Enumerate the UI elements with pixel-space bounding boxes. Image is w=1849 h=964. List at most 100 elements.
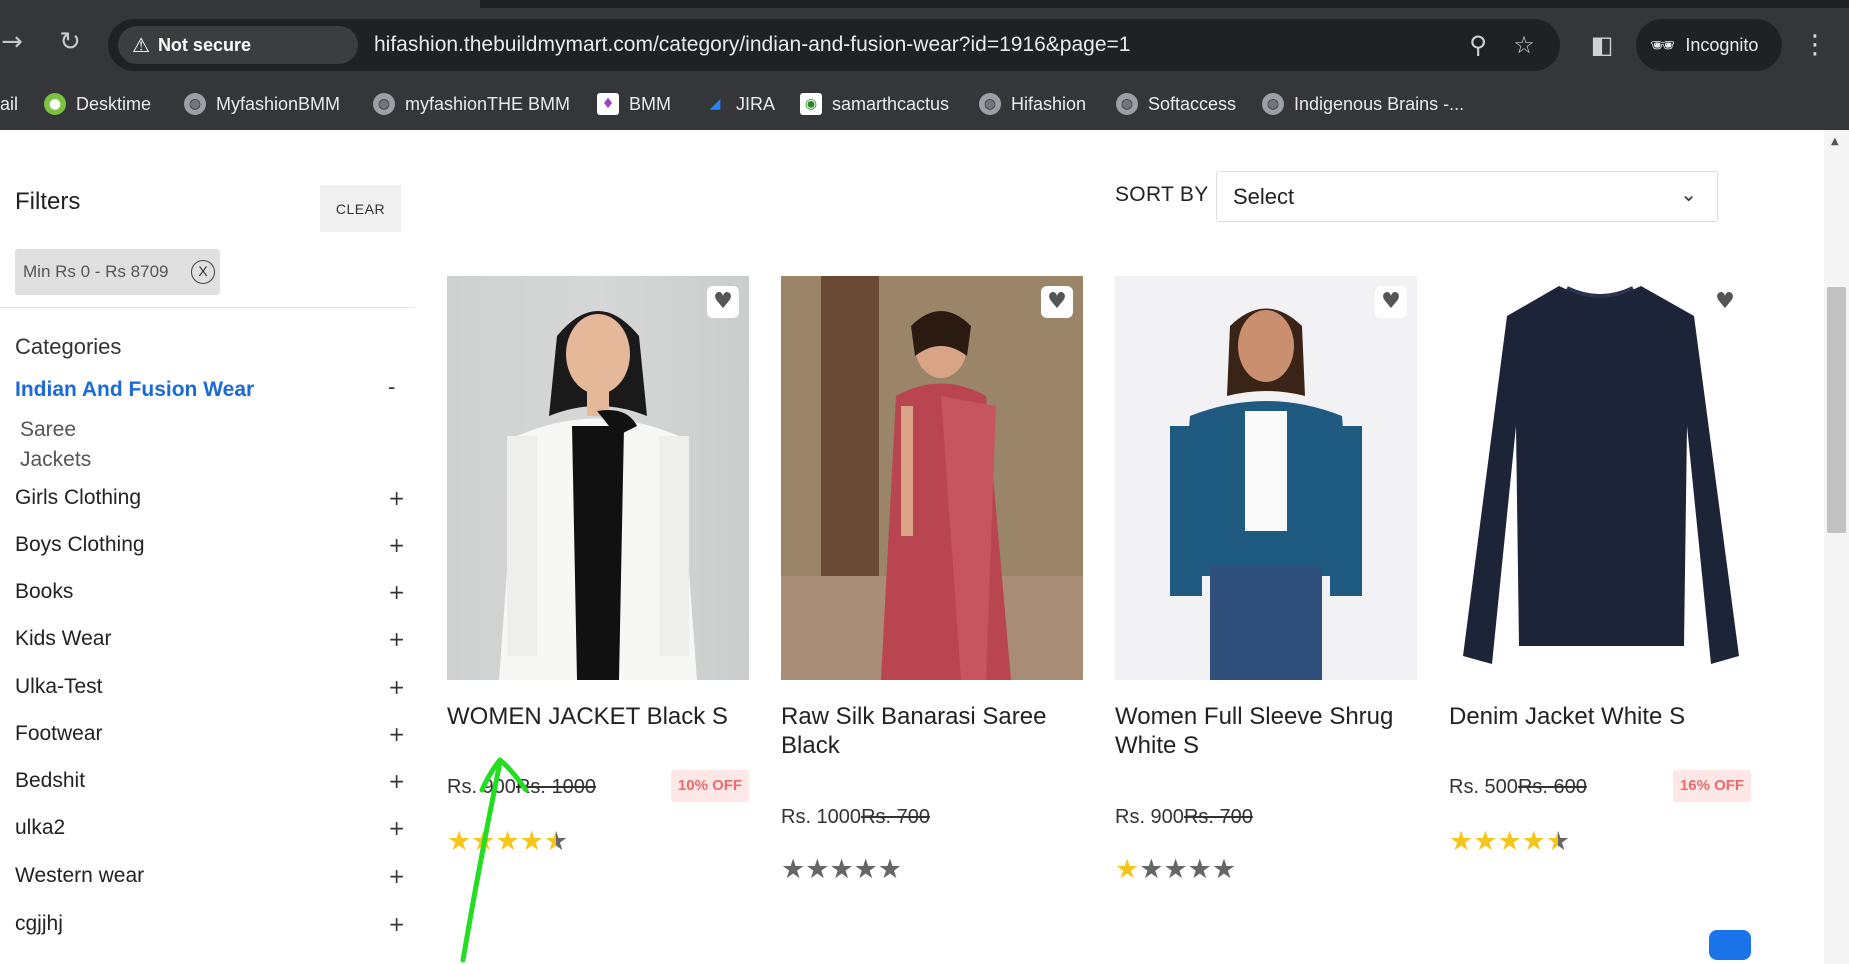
category-active[interactable]: Indian And Fusion Wear (15, 378, 254, 402)
subcategory-jackets[interactable]: Jackets (20, 448, 91, 472)
product-photo-shrug (1170, 308, 1362, 680)
browser-menu-icon[interactable]: ⋮ (1800, 27, 1830, 63)
expand-toggle[interactable]: + (388, 675, 405, 699)
discount-badge: 16% OFF (1673, 770, 1751, 802)
cactus-icon: ◉ (800, 93, 822, 115)
product-name[interactable]: WOMEN JACKET Black S (447, 702, 749, 731)
product-image[interactable]: ♥ (1115, 276, 1417, 680)
security-chip[interactable]: ⚠ Not secure (118, 26, 358, 64)
product-image[interactable]: ♥ (447, 276, 749, 680)
product-name[interactable]: Raw Silk Banarasi Saree Black (781, 702, 1083, 760)
side-panel-icon[interactable]: ◧ (1584, 27, 1620, 63)
sort-select[interactable]: Select ⌄ (1216, 171, 1718, 222)
bookmark-item[interactable]: ◍ Softaccess (1116, 90, 1236, 118)
subcategory-saree[interactable]: Saree (20, 418, 76, 442)
bookmark-item[interactable]: ail (0, 90, 18, 118)
product-price: Rs. 500Rs. 600 (1449, 776, 1587, 798)
product-card[interactable]: ♥ Denim Jacket White S Rs. 500Rs. 600 16… (1449, 276, 1751, 857)
category-item[interactable]: Girls Clothing + (15, 486, 405, 518)
discount-badge: 10% OFF (671, 770, 749, 802)
bookmark-item[interactable]: ◍ Indigenous Brains -... (1262, 90, 1464, 118)
active-filter-chip: Min Rs 0 - Rs 8709 X (15, 249, 220, 295)
warning-icon: ⚠ (132, 33, 150, 57)
incognito-icon: 🕶 (1650, 33, 1676, 57)
bookmark-item[interactable]: ◍ myfashionTHE BMM (373, 90, 570, 118)
bookmark-item[interactable]: ◢ JIRA (704, 90, 775, 118)
bookmark-item[interactable]: ● Desktime (44, 90, 151, 118)
product-card[interactable]: ♥ Raw Silk Banarasi Saree Black Rs. 1000… (781, 276, 1083, 885)
product-image[interactable]: ♥ (1449, 276, 1751, 680)
wishlist-heart-icon[interactable]: ♥ (1375, 286, 1407, 318)
security-label: Not secure (157, 34, 251, 55)
page-scrollbar[interactable]: ▲ (1824, 130, 1849, 964)
forward-icon[interactable]: → (0, 22, 32, 62)
filters-title: Filters (15, 188, 81, 215)
scrollbar-thumb[interactable] (1827, 287, 1846, 533)
address-bar[interactable]: ⚠ Not secure hifashion.thebuildmymart.co… (108, 19, 1560, 71)
url-text[interactable]: hifashion.thebuildmymart.com/category/in… (374, 19, 1130, 71)
category-item[interactable]: Boys Clothing + (15, 533, 405, 565)
collapse-toggle[interactable]: - (388, 374, 395, 400)
bookmark-item[interactable]: ◉ samarthcactus (800, 90, 949, 118)
category-item[interactable]: Books + (15, 580, 405, 612)
rating-stars: ★★★★★ (447, 826, 569, 857)
expand-toggle[interactable]: + (388, 722, 405, 746)
reload-icon[interactable]: ↻ (50, 22, 90, 62)
wishlist-heart-icon[interactable]: ♥ (1709, 286, 1741, 318)
jira-icon: ◢ (709, 96, 721, 112)
bookmark-star-icon[interactable]: ☆ (1506, 27, 1542, 63)
category-item[interactable]: Footwear + (15, 722, 405, 754)
product-price: Rs. 900Rs. 700 (1115, 806, 1253, 828)
tab-strip (0, 0, 1849, 8)
remove-filter-icon[interactable]: X (191, 260, 215, 284)
rating-stars: ★★★★★ (781, 854, 903, 885)
chat-widget-button[interactable] (1709, 930, 1751, 960)
expand-toggle[interactable]: + (388, 864, 405, 888)
active-filter-label: Min Rs 0 - Rs 8709 (23, 262, 169, 281)
product-name[interactable]: Women Full Sleeve Shrug White S (1115, 702, 1417, 760)
category-item[interactable]: cgjjhj + (15, 912, 405, 944)
scroll-up-icon[interactable]: ▲ (1831, 136, 1839, 147)
category-item[interactable]: Ulka-Test + (15, 675, 405, 707)
rating-stars: ★★★★★ (1449, 826, 1571, 857)
product-image[interactable]: ♥ (781, 276, 1083, 680)
bookmark-item[interactable]: ◍ MyfashionBMM (184, 90, 340, 118)
browser-chrome: → ↻ ⚠ Not secure hifashion.thebuildmymar… (0, 0, 1849, 130)
bookmark-item[interactable]: ♦ BMM (597, 90, 671, 118)
product-photo-sweatshirt (1463, 286, 1739, 664)
expand-toggle[interactable]: + (388, 533, 405, 557)
expand-toggle[interactable]: + (388, 580, 405, 604)
expand-toggle[interactable]: + (388, 769, 405, 793)
category-item[interactable]: ulka2 + (15, 816, 405, 848)
bookmark-item[interactable]: ◍ Hifashion (979, 90, 1086, 118)
divider (0, 307, 415, 308)
category-item[interactable]: Bedshit + (15, 769, 405, 801)
product-card[interactable]: ♥ WOMEN JACKET Black S Rs. 900Rs. 1000 1… (447, 276, 749, 857)
expand-toggle[interactable]: + (388, 912, 405, 936)
category-item[interactable]: Western wear + (15, 864, 405, 896)
product-photo-jacket-white (499, 311, 697, 680)
globe-icon: ◍ (979, 93, 1001, 115)
desktime-icon: ● (44, 93, 66, 115)
product-name[interactable]: Denim Jacket White S (1449, 702, 1751, 731)
globe-icon: ◍ (1116, 93, 1138, 115)
wishlist-heart-icon[interactable]: ♥ (1041, 286, 1073, 318)
active-tab[interactable] (0, 0, 480, 8)
globe-icon: ◍ (1262, 93, 1284, 115)
zoom-search-icon[interactable]: ⚲ (1460, 27, 1496, 63)
chevron-down-icon: ⌄ (1680, 182, 1697, 206)
bmm-icon: ♦ (597, 93, 619, 115)
expand-toggle[interactable]: + (388, 486, 405, 510)
incognito-badge[interactable]: 🕶 Incognito (1636, 19, 1782, 71)
wishlist-heart-icon[interactable]: ♥ (707, 286, 739, 318)
incognito-label: Incognito (1685, 34, 1759, 55)
expand-toggle[interactable]: + (388, 816, 405, 840)
category-item[interactable]: Kids Wear + (15, 627, 405, 659)
product-photo-saree (781, 276, 1083, 680)
product-card[interactable]: ♥ Women Full Sleeve Shrug White S Rs. 90… (1115, 276, 1417, 885)
rating-stars: ★★★★★ (1115, 854, 1237, 885)
expand-toggle[interactable]: + (388, 627, 405, 651)
clear-filters-button[interactable]: CLEAR (320, 185, 401, 232)
globe-icon: ◍ (373, 93, 395, 115)
page-content: Filters CLEAR Min Rs 0 - Rs 8709 X Categ… (0, 130, 1849, 964)
